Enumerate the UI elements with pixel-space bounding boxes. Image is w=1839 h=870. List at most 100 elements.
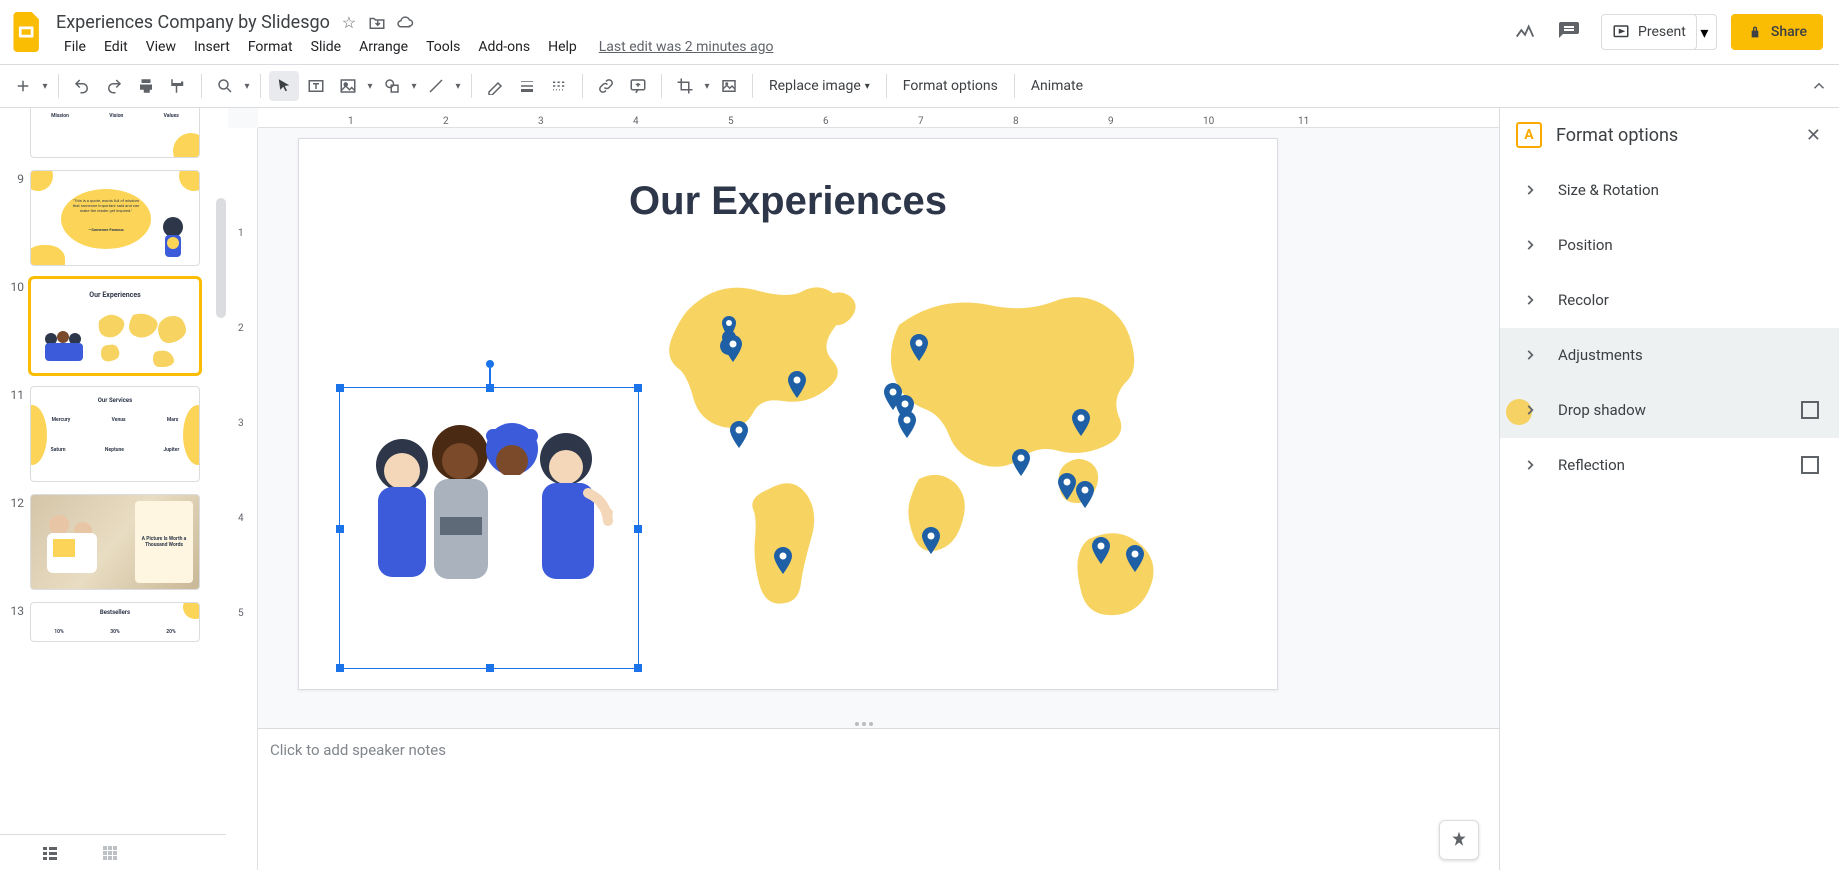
resize-handle-s[interactable] — [486, 664, 494, 672]
resize-handle-sw[interactable] — [336, 664, 344, 672]
slide-thumb-11[interactable]: Our Services Mercury Venus Mars Saturn N… — [30, 386, 200, 482]
border-dash-tool[interactable] — [544, 71, 574, 101]
slide-canvas[interactable]: Our Experiences — [298, 138, 1278, 690]
textbox-tool[interactable] — [301, 71, 331, 101]
notes-drag-handle[interactable] — [855, 722, 873, 726]
comment-tool[interactable] — [623, 71, 653, 101]
shape-dropdown[interactable]: ▾ — [409, 81, 419, 92]
format-options-button[interactable]: Format options — [895, 78, 1006, 94]
link-tool[interactable] — [591, 71, 621, 101]
selection-box[interactable] — [339, 387, 639, 669]
panel-drop-shadow[interactable]: Drop shadow — [1500, 383, 1839, 438]
reset-image-tool[interactable] — [714, 71, 744, 101]
menubar: File Edit View Insert Format Slide Arran… — [56, 35, 1513, 59]
close-panel-icon[interactable]: ✕ — [1806, 125, 1821, 146]
resize-handle-n[interactable] — [486, 384, 494, 392]
map-pins — [649, 279, 1229, 639]
format-options-panel: A Format options ✕ Size & Rotation Posit… — [1499, 108, 1839, 870]
mask-dropdown[interactable]: ▾ — [702, 81, 712, 92]
replace-image-button[interactable]: Replace image▾ — [761, 78, 878, 94]
slide-thumb-8[interactable]: Our Philosophy Mission Vision Values — [30, 108, 200, 158]
line-dropdown[interactable]: ▾ — [453, 81, 463, 92]
share-button[interactable]: Share — [1731, 14, 1823, 50]
slide-thumb-12[interactable]: A Picture Is Worth a Thousand Words — [30, 494, 200, 590]
chevron-right-icon — [1520, 348, 1540, 362]
panel-reflection[interactable]: Reflection — [1500, 438, 1839, 493]
drop-shadow-checkbox[interactable] — [1801, 401, 1819, 419]
shape-tool[interactable] — [377, 71, 407, 101]
resize-handle-se[interactable] — [634, 664, 642, 672]
border-weight-tool[interactable] — [512, 71, 542, 101]
zoom-dropdown[interactable]: ▾ — [242, 81, 252, 92]
present-button[interactable]: Present — [1601, 14, 1697, 50]
collapse-toolbar-icon[interactable] — [1807, 74, 1831, 98]
resize-handle-e[interactable] — [634, 525, 642, 533]
resize-handle-nw[interactable] — [336, 384, 344, 392]
star-icon[interactable]: ☆ — [340, 14, 358, 32]
menu-view[interactable]: View — [138, 35, 184, 59]
cloud-status-icon[interactable] — [396, 14, 414, 32]
slides-app-icon[interactable] — [8, 12, 48, 52]
animate-button[interactable]: Animate — [1023, 78, 1091, 94]
menu-help[interactable]: Help — [540, 35, 585, 59]
thumb-num-12: 12 — [10, 494, 30, 590]
panel-position[interactable]: Position — [1500, 218, 1839, 273]
menu-slide[interactable]: Slide — [303, 35, 349, 59]
menu-tools[interactable]: Tools — [418, 35, 468, 59]
activity-icon[interactable] — [1513, 20, 1537, 44]
titlebar: Experiences Company by Slidesgo ☆ File E… — [0, 0, 1839, 64]
image-tool[interactable] — [333, 71, 363, 101]
format-options-icon: A — [1516, 122, 1542, 148]
print-button[interactable] — [131, 71, 161, 101]
menu-addons[interactable]: Add-ons — [470, 35, 538, 59]
panel-adjustments[interactable]: Adjustments — [1500, 328, 1839, 383]
thumb-num-11: 11 — [10, 386, 30, 482]
present-dropdown[interactable]: ▾ — [1693, 14, 1717, 50]
ruler-vertical: 1 2 3 4 5 — [228, 128, 258, 870]
menu-insert[interactable]: Insert — [186, 35, 238, 59]
select-tool[interactable] — [269, 71, 299, 101]
image-dropdown[interactable]: ▾ — [365, 81, 375, 92]
undo-button[interactable] — [67, 71, 97, 101]
zoom-button[interactable] — [210, 71, 240, 101]
chevron-right-icon — [1520, 238, 1540, 252]
explore-button[interactable] — [1439, 820, 1479, 860]
menu-arrange[interactable]: Arrange — [351, 35, 416, 59]
filmstrip[interactable]: 8 Our Philosophy Mission Vision Values 9 — [0, 108, 228, 870]
comments-icon[interactable] — [1551, 14, 1587, 50]
line-tool[interactable] — [421, 71, 451, 101]
panel-title: Format options — [1556, 125, 1678, 146]
filmstrip-view-icon[interactable] — [40, 843, 60, 863]
resize-handle-ne[interactable] — [634, 384, 642, 392]
doc-title[interactable]: Experiences Company by Slidesgo — [56, 12, 330, 33]
panel-recolor[interactable]: Recolor — [1500, 273, 1839, 328]
panel-size-rotation[interactable]: Size & Rotation — [1500, 163, 1839, 218]
slide-thumb-9[interactable]: "This is a quote, words full of wisdom t… — [30, 170, 200, 266]
rotate-handle[interactable] — [486, 360, 494, 368]
thumb-num-13: 13 — [10, 602, 30, 642]
new-slide-button[interactable] — [8, 71, 38, 101]
chevron-right-icon — [1520, 183, 1540, 197]
resize-handle-w[interactable] — [336, 525, 344, 533]
filmstrip-scrollbar[interactable] — [216, 198, 226, 318]
chevron-right-icon — [1520, 403, 1540, 417]
last-edit-link[interactable]: Last edit was 2 minutes ago — [599, 39, 774, 55]
slide-thumb-13[interactable]: Bestsellers 10% 30% 20% — [30, 602, 200, 642]
menu-edit[interactable]: Edit — [96, 35, 136, 59]
menu-format[interactable]: Format — [240, 35, 301, 59]
canvas[interactable]: 1 2 3 4 5 6 7 8 9 10 11 1 2 3 4 5 Our Ex… — [228, 108, 1499, 870]
menu-file[interactable]: File — [56, 35, 94, 59]
crop-tool[interactable] — [670, 71, 700, 101]
grid-view-icon[interactable] — [100, 843, 120, 863]
speaker-notes[interactable]: Click to add speaker notes — [258, 728, 1499, 870]
new-slide-dropdown[interactable]: ▾ — [40, 81, 50, 92]
redo-button[interactable] — [99, 71, 129, 101]
slide-thumb-10[interactable]: Our Experiences — [30, 278, 200, 374]
move-folder-icon[interactable] — [368, 14, 386, 32]
reflection-checkbox[interactable] — [1801, 456, 1819, 474]
paint-format-button[interactable] — [163, 71, 193, 101]
view-switch — [0, 834, 226, 870]
border-color-tool[interactable] — [480, 71, 510, 101]
slide-title: Our Experiences — [299, 179, 1277, 224]
present-label: Present — [1638, 24, 1686, 40]
